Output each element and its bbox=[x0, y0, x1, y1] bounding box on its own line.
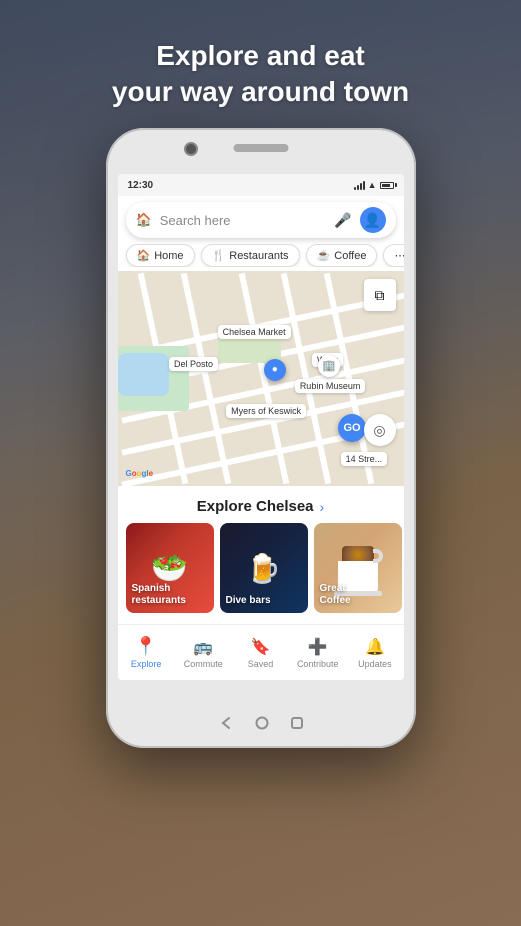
phone-screen: 12:30 ▲ 🏠 Search here 🎤 👤 bbox=[118, 174, 404, 680]
category-cards: 🥗 Spanishrestaurants 🍺 Dive bars bbox=[118, 523, 404, 613]
filter-coffee-label: Coffee bbox=[334, 250, 366, 262]
explore-section: Explore Chelsea › 🥗 Spanishrestaurants 🍺 bbox=[118, 486, 404, 613]
hero-line1: Explore and eat bbox=[0, 38, 521, 74]
more-filter-icon: ⋯ bbox=[394, 249, 403, 262]
divebars-emoji: 🍺 bbox=[246, 552, 281, 585]
restaurants-filter-icon: 🍴 bbox=[212, 249, 226, 262]
search-bar[interactable]: 🏠 Search here 🎤 👤 bbox=[126, 202, 396, 238]
go-button[interactable]: GO bbox=[338, 414, 366, 442]
back-button[interactable] bbox=[219, 716, 233, 730]
filter-home-label: Home bbox=[154, 250, 183, 262]
updates-nav-icon: 🔔 bbox=[365, 637, 385, 657]
current-location-marker: ● bbox=[264, 359, 286, 381]
locate-icon: ◎ bbox=[373, 422, 385, 439]
filter-restaurants[interactable]: 🍴 Restaurants bbox=[201, 244, 300, 267]
filter-restaurants-label: Restaurants bbox=[229, 250, 288, 262]
google-logo: Google bbox=[126, 469, 154, 478]
go-label: GO bbox=[343, 422, 360, 434]
contribute-nav-icon: ➕ bbox=[308, 637, 328, 657]
layers-icon: ⧉ bbox=[375, 287, 385, 304]
nav-commute[interactable]: 🚌 Commute bbox=[175, 631, 232, 675]
phone-speaker bbox=[233, 144, 288, 152]
phone-camera bbox=[186, 144, 196, 154]
filter-more[interactable]: ⋯ bbox=[383, 244, 403, 267]
spanish-card-label: Spanishrestaurants bbox=[132, 583, 186, 607]
work-marker: 🏢 bbox=[318, 355, 340, 377]
status-icons: ▲ bbox=[354, 180, 394, 190]
chelsea-market-label: Chelsea Market bbox=[218, 325, 291, 339]
dive-bars-card[interactable]: 🍺 Dive bars bbox=[220, 523, 308, 613]
map-area[interactable]: Chelsea Market Work Rubin Museum Myers o… bbox=[118, 271, 404, 486]
layers-button[interactable]: ⧉ bbox=[364, 279, 396, 311]
commute-nav-label: Commute bbox=[184, 659, 223, 669]
filter-coffee[interactable]: ☕ Coffee bbox=[306, 244, 378, 267]
coffee-card-label: GreatCoffee bbox=[320, 583, 351, 607]
myers-label: Myers of Keswick bbox=[226, 404, 306, 418]
spanish-restaurants-card[interactable]: 🥗 Spanishrestaurants bbox=[126, 523, 214, 613]
street-label: 14 Stre... bbox=[341, 452, 388, 466]
explore-nav-label: Explore bbox=[131, 659, 162, 669]
nav-saved[interactable]: 🔖 Saved bbox=[232, 631, 289, 675]
home-icon: 🏠 bbox=[136, 212, 152, 228]
food-emoji: 🥗 bbox=[151, 551, 188, 586]
wifi-icon: ▲ bbox=[368, 180, 377, 190]
recents-button[interactable] bbox=[291, 717, 303, 729]
contribute-nav-label: Contribute bbox=[297, 659, 339, 669]
phone-frame: 12:30 ▲ 🏠 Search here 🎤 👤 bbox=[106, 128, 416, 748]
explore-title: Explore Chelsea bbox=[197, 498, 314, 515]
locate-button[interactable]: ◎ bbox=[364, 414, 396, 446]
hero-line2: your way around town bbox=[0, 74, 521, 110]
rubin-museum-label: Rubin Museum bbox=[295, 379, 366, 393]
search-input[interactable]: Search here bbox=[160, 213, 326, 228]
explore-nav-icon: 📍 bbox=[135, 636, 157, 657]
account-avatar[interactable]: 👤 bbox=[360, 207, 386, 233]
phone-controls bbox=[106, 716, 416, 730]
nav-explore[interactable]: 📍 Explore bbox=[118, 630, 175, 675]
battery-icon bbox=[380, 182, 394, 189]
updates-nav-label: Updates bbox=[358, 659, 392, 669]
explore-header: Explore Chelsea › bbox=[118, 494, 404, 523]
divebars-card-label: Dive bars bbox=[226, 595, 271, 607]
commute-nav-icon: 🚌 bbox=[193, 637, 213, 657]
delposto-label: Del Posto bbox=[169, 357, 218, 371]
hero-text: Explore and eat your way around town bbox=[0, 38, 521, 111]
saved-nav-label: Saved bbox=[248, 659, 274, 669]
coffee-card[interactable]: GreatCoffee bbox=[314, 523, 402, 613]
signal-bars-icon bbox=[354, 180, 365, 190]
home-filter-icon: 🏠 bbox=[137, 249, 151, 262]
saved-nav-icon: 🔖 bbox=[251, 637, 271, 657]
status-bar: 12:30 ▲ bbox=[118, 174, 404, 196]
status-time: 12:30 bbox=[128, 180, 154, 191]
explore-chevron-icon[interactable]: › bbox=[320, 499, 325, 515]
filter-chips: 🏠 Home 🍴 Restaurants ☕ Coffee ⋯ bbox=[118, 244, 404, 267]
microphone-icon[interactable]: 🎤 bbox=[334, 212, 351, 229]
nav-contribute[interactable]: ➕ Contribute bbox=[289, 631, 346, 675]
nav-updates[interactable]: 🔔 Updates bbox=[346, 631, 403, 675]
avatar-icon: 👤 bbox=[364, 212, 381, 229]
bottom-nav: 📍 Explore 🚌 Commute 🔖 Saved ➕ Contribute… bbox=[118, 624, 404, 680]
coffee-filter-icon: ☕ bbox=[317, 249, 331, 262]
filter-home[interactable]: 🏠 Home bbox=[126, 244, 195, 267]
home-button[interactable] bbox=[255, 716, 269, 730]
